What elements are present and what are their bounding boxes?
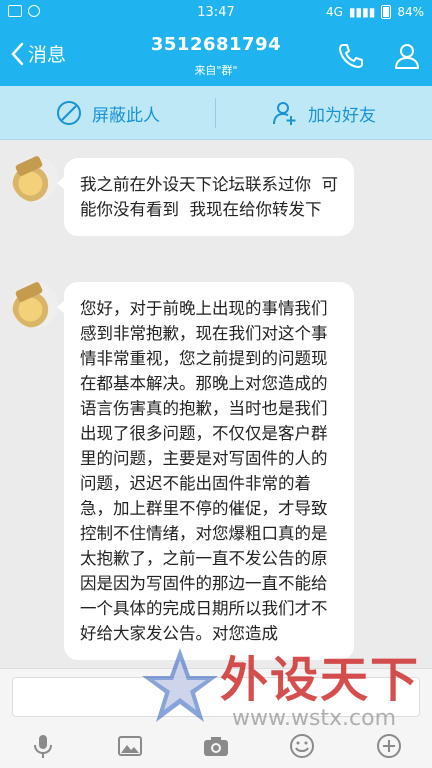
bottom-toolbar [0,724,432,768]
message-input[interactable] [12,677,420,717]
status-bar: 13:47 4G ▮▮▮▮ 84% [0,0,432,26]
message-row [12,282,58,328]
message-text: 您好，对于前晚上出现的事情我们感到非常抱歉，现在我们对这个事情非常重视，您之前提… [80,299,328,643]
chat-area[interactable]: 我之前在外设天下论坛联系过你 可能你没有看到 我现在给你转发下 您好，对于前晚上… [0,140,432,668]
add-friend-button[interactable]: 加为好友 [216,86,432,140]
message-bubble[interactable]: 我之前在外设天下论坛联系过你 可能你没有看到 我现在给你转发下 [57,158,354,236]
network-type: 4G [325,5,343,19]
block-icon [57,101,81,125]
message-bubble[interactable]: 您好，对于前晚上出现的事情我们感到非常抱歉，现在我们对这个事情非常重视，您之前提… [57,282,354,660]
user-profile-icon[interactable] [392,41,422,71]
phone-icon[interactable] [336,41,366,71]
emoji-icon[interactable] [288,732,316,760]
action-bar: 屏蔽此人 加为好友 [0,86,432,140]
plus-icon[interactable] [375,732,403,760]
battery-icon [381,5,392,19]
message-text: 我之前在外设天下论坛联系过你 可能你没有看到 我现在给你转发下 [80,175,338,219]
chat-title: 3512681794 [150,34,282,55]
camera-icon[interactable] [202,732,230,760]
avatar[interactable] [12,282,58,328]
input-bar [0,668,432,724]
add-user-icon [273,102,296,125]
avatar[interactable] [12,156,58,202]
battery-level: 84% [397,5,424,19]
chat-header: 消息 3512681794 来自"群" [0,26,432,86]
status-right: 4G ▮▮▮▮ 84% [326,5,424,19]
image-icon[interactable] [116,732,144,760]
message-row [12,156,58,202]
add-friend-label: 加为好友 [308,105,376,126]
signal-icon: ▮▮▮▮ [348,5,376,19]
microphone-icon[interactable] [29,732,57,760]
block-user-label: 屏蔽此人 [92,105,160,126]
chat-subtitle: 来自"群" [194,64,238,77]
block-user-button[interactable]: 屏蔽此人 [0,86,216,140]
